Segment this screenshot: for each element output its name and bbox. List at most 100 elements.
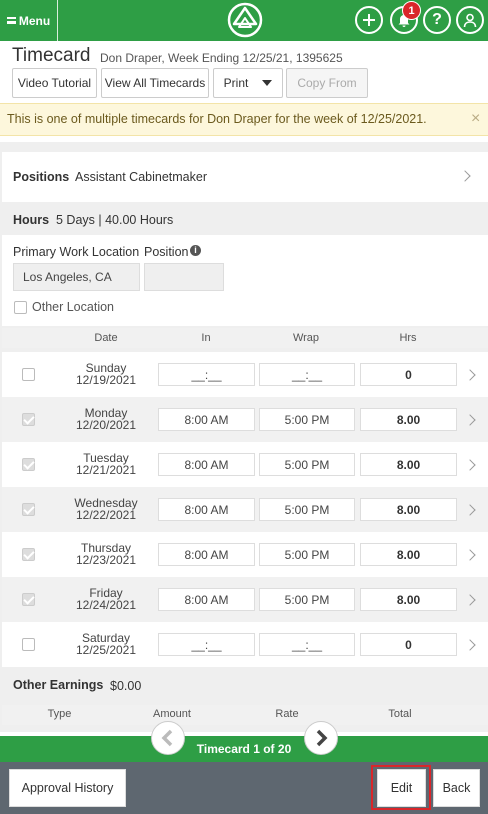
in-time-field[interactable]: 8:00 AM — [158, 543, 255, 566]
work-location-panel: Primary Work Location Position i Los Ang… — [2, 235, 488, 326]
timecard-table-header: Date In Wrap Hrs — [2, 328, 488, 348]
position-label: Position — [144, 245, 189, 259]
pager-label: Timecard 1 of 20 — [196, 742, 292, 756]
menu-label: Menu — [18, 13, 51, 28]
row-checkbox[interactable] — [22, 458, 35, 471]
chevron-right-icon[interactable] — [464, 414, 476, 426]
column-header-rate: Rate — [275, 708, 299, 720]
positions-label: Positions — [13, 170, 70, 184]
hours-field[interactable]: 8.00 — [360, 408, 457, 431]
wrap-time-field[interactable]: 5:00 PM — [259, 453, 355, 476]
row-date: 12/24/2021 — [75, 598, 137, 612]
in-time-field[interactable]: __:__ — [158, 633, 255, 656]
page-title: Timecard — [12, 45, 91, 66]
other-earnings-label: Other Earnings — [13, 678, 104, 692]
other-earnings-header: Other Earnings $0.00 — [2, 669, 488, 703]
hours-header: Hours 5 Days | 40.00 Hours — [2, 205, 488, 235]
column-header-type: Type — [47, 708, 72, 720]
hours-field[interactable]: 8.00 — [360, 543, 457, 566]
notification-count-badge: 1 — [402, 1, 421, 20]
wrap-time-field[interactable]: 5:00 PM — [259, 543, 355, 566]
in-time-field[interactable]: 8:00 AM — [158, 453, 255, 476]
hours-label: Hours — [13, 213, 50, 227]
row-checkbox[interactable] — [22, 413, 35, 426]
table-row[interactable]: Sunday 12/19/2021 __:__ __:__ 0 — [2, 352, 488, 397]
column-header-date: Date — [94, 332, 118, 344]
hours-field[interactable]: 8.00 — [360, 453, 457, 476]
column-header-in: In — [201, 332, 211, 344]
in-time-field[interactable]: 8:00 AM — [158, 498, 255, 521]
copy-from-button[interactable]: Copy From — [286, 68, 368, 98]
positions-row[interactable]: Positions Assistant Cabinetmaker — [2, 152, 488, 202]
other-earnings-value: $0.00 — [110, 679, 142, 693]
other-location-checkbox[interactable] — [14, 301, 27, 314]
alert-close-icon[interactable]: × — [471, 110, 480, 128]
add-icon[interactable] — [355, 6, 383, 34]
info-alert: This is one of multiple timecards for Do… — [0, 103, 488, 136]
in-time-field[interactable]: 8:00 AM — [158, 588, 255, 611]
other-earnings-table-header: Type Amount Rate Total — [2, 705, 488, 725]
hours-field[interactable]: 0 — [360, 633, 457, 656]
hours-value: 5 Days | 40.00 Hours — [56, 213, 174, 227]
view-all-timecards-button[interactable]: View All Timecards — [101, 68, 209, 98]
chevron-right-icon[interactable] — [464, 549, 476, 561]
back-button[interactable]: Back — [433, 769, 480, 807]
hours-field[interactable]: 8.00 — [360, 498, 457, 521]
primary-work-location-field[interactable]: Los Angeles, CA — [13, 263, 140, 291]
primary-work-location-label: Primary Work Location — [13, 245, 140, 259]
row-date: 12/21/2021 — [75, 463, 137, 477]
next-timecard-icon[interactable] — [304, 721, 338, 755]
row-date: 12/23/2021 — [75, 553, 137, 567]
column-header-total: Total — [388, 708, 412, 720]
row-checkbox[interactable] — [22, 593, 35, 606]
row-date: 12/22/2021 — [75, 508, 137, 522]
column-header-amount: Amount — [153, 708, 191, 720]
page-subtitle: Don Draper, Week Ending 12/25/21, 139562… — [100, 51, 343, 65]
chevron-right-icon[interactable] — [464, 639, 476, 651]
hours-field[interactable]: 8.00 — [360, 588, 457, 611]
chevron-right-icon[interactable] — [464, 594, 476, 606]
wrap-time-field[interactable]: __:__ — [259, 633, 355, 656]
positions-value: Assistant Cabinetmaker — [75, 170, 208, 184]
in-time-field[interactable]: 8:00 AM — [158, 408, 255, 431]
print-label: Print — [223, 76, 249, 90]
chevron-right-icon[interactable] — [464, 504, 476, 516]
table-row[interactable]: Saturday 12/25/2021 __:__ __:__ 0 — [2, 622, 488, 667]
chevron-right-icon[interactable] — [464, 459, 476, 471]
table-row[interactable]: Tuesday 12/21/2021 8:00 AM 5:00 PM 8.00 — [2, 442, 488, 487]
table-row[interactable]: Friday 12/24/2021 8:00 AM 5:00 PM 8.00 — [2, 577, 488, 622]
row-checkbox[interactable] — [22, 503, 35, 516]
print-dropdown-button[interactable]: Print — [213, 68, 283, 98]
in-time-field[interactable]: __:__ — [158, 363, 255, 386]
help-icon[interactable]: ? — [423, 6, 451, 34]
chevron-right-icon — [459, 170, 471, 182]
other-location-label: Other Location — [32, 300, 114, 314]
edit-highlight-box — [371, 765, 431, 810]
row-checkbox[interactable] — [22, 548, 35, 561]
caret-down-icon — [262, 80, 273, 86]
row-checkbox[interactable] — [22, 368, 35, 381]
previous-timecard-icon[interactable] — [151, 721, 185, 755]
top-bar: Menu 1 ? — [0, 0, 488, 41]
app-logo-icon[interactable] — [227, 2, 263, 38]
chevron-right-icon[interactable] — [464, 369, 476, 381]
table-row[interactable]: Monday 12/20/2021 8:00 AM 5:00 PM 8.00 — [2, 397, 488, 442]
approval-history-button[interactable]: Approval History — [9, 769, 126, 807]
position-field[interactable] — [144, 263, 224, 291]
wrap-time-field[interactable]: 5:00 PM — [259, 588, 355, 611]
row-date: 12/25/2021 — [75, 643, 137, 657]
info-icon[interactable]: i — [190, 245, 201, 256]
table-row[interactable]: Wednesday 12/22/2021 8:00 AM 5:00 PM 8.00 — [2, 487, 488, 532]
alert-text: This is one of multiple timecards for Do… — [7, 112, 427, 126]
hamburger-icon — [6, 17, 16, 24]
hours-field[interactable]: 0 — [360, 363, 457, 386]
row-date: 12/19/2021 — [75, 373, 137, 387]
wrap-time-field[interactable]: 5:00 PM — [259, 408, 355, 431]
video-tutorial-button[interactable]: Video Tutorial — [12, 68, 97, 98]
wrap-time-field[interactable]: __:__ — [259, 363, 355, 386]
menu-button[interactable]: Menu — [0, 0, 58, 41]
user-profile-icon[interactable] — [456, 6, 484, 34]
row-checkbox[interactable] — [22, 638, 35, 651]
wrap-time-field[interactable]: 5:00 PM — [259, 498, 355, 521]
table-row[interactable]: Thursday 12/23/2021 8:00 AM 5:00 PM 8.00 — [2, 532, 488, 577]
